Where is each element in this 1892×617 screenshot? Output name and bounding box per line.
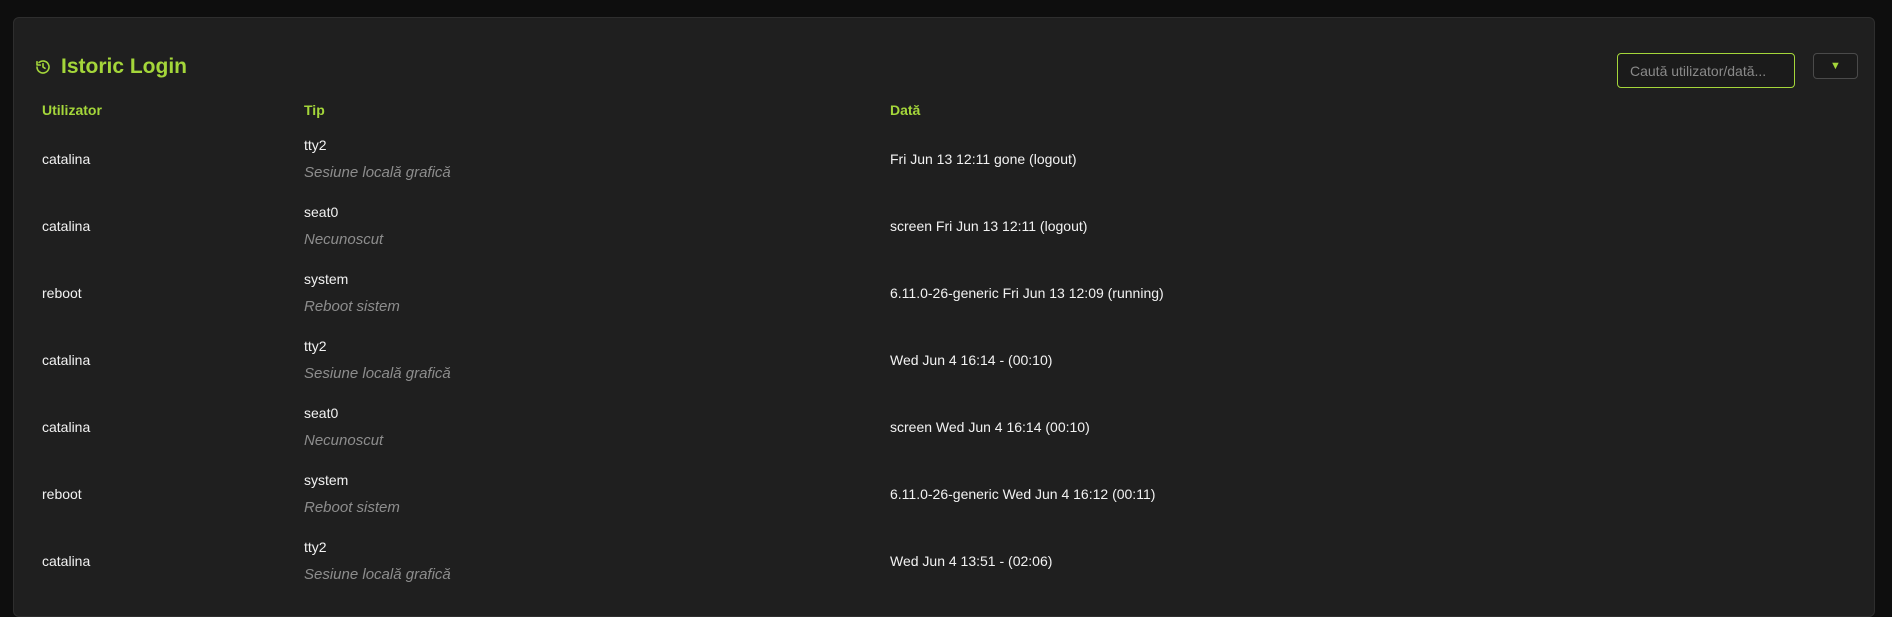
date-cell: Wed Jun 4 13:51 - (02:06) [890,552,1053,569]
type-description: Reboot sistem [304,297,400,315]
type-description: Reboot sistem [304,498,400,516]
login-history-panel: Istoric Login ▼ Utilizator Tip Dată cata… [13,17,1875,617]
type-name: seat0 [304,404,339,421]
chevron-down-icon: ▼ [1830,60,1841,72]
table-row: catalina seat0 Necunoscut screen Fri Jun… [14,192,1874,259]
date-cell: Fri Jun 13 12:11 gone (logout) [890,150,1077,167]
section-header: Istoric Login [35,55,187,79]
user-cell: catalina [42,418,91,435]
column-header-user[interactable]: Utilizator [42,102,102,118]
date-cell: 6.11.0-26-generic Fri Jun 13 12:09 (runn… [890,284,1164,301]
type-name: tty2 [304,337,327,354]
type-name: system [304,471,349,488]
table-row: catalina tty2 Sesiune locală grafică Fri… [14,125,1874,192]
type-cell: tty2 Sesiune locală grafică [304,125,451,192]
column-header-date[interactable]: Dată [890,102,920,118]
table-row: reboot system Reboot sistem 6.11.0-26-ge… [14,460,1874,527]
type-description: Sesiune locală grafică [304,565,451,583]
date-cell: screen Fri Jun 13 12:11 (logout) [890,217,1088,234]
type-cell: seat0 Necunoscut [304,393,383,460]
table-row: catalina tty2 Sesiune locală grafică Wed… [14,326,1874,393]
type-cell: system Reboot sistem [304,259,400,326]
type-description: Necunoscut [304,431,384,449]
type-name: tty2 [304,136,327,153]
type-description: Sesiune locală grafică [304,163,451,181]
column-header-type[interactable]: Tip [304,102,325,118]
type-cell: seat0 Necunoscut [304,192,383,259]
user-cell: reboot [42,284,82,301]
table-row: reboot system Reboot sistem 6.11.0-26-ge… [14,259,1874,326]
user-cell: reboot [42,485,82,502]
page-title: Istoric Login [61,55,187,78]
date-cell: 6.11.0-26-generic Wed Jun 4 16:12 (00:11… [890,485,1156,502]
type-description: Necunoscut [304,230,384,248]
date-cell: screen Wed Jun 4 16:14 (00:10) [890,418,1090,435]
date-cell: Wed Jun 4 16:14 - (00:10) [890,351,1053,368]
search-input[interactable] [1617,53,1795,88]
user-cell: catalina [42,217,91,234]
type-cell: system Reboot sistem [304,460,400,527]
type-cell: tty2 Sesiune locală grafică [304,326,451,393]
filter-dropdown-button[interactable]: ▼ [1813,53,1858,79]
user-cell: catalina [42,150,91,167]
user-cell: catalina [42,552,91,569]
type-name: system [304,270,349,287]
table-row: catalina tty2 Sesiune locală grafică Wed… [14,527,1874,594]
type-description: Sesiune locală grafică [304,364,451,382]
table-row: catalina seat0 Necunoscut screen Wed Jun… [14,393,1874,460]
type-name: tty2 [304,538,327,555]
user-cell: catalina [42,351,91,368]
type-name: seat0 [304,203,339,220]
type-cell: tty2 Sesiune locală grafică [304,527,451,594]
history-icon [35,59,51,75]
